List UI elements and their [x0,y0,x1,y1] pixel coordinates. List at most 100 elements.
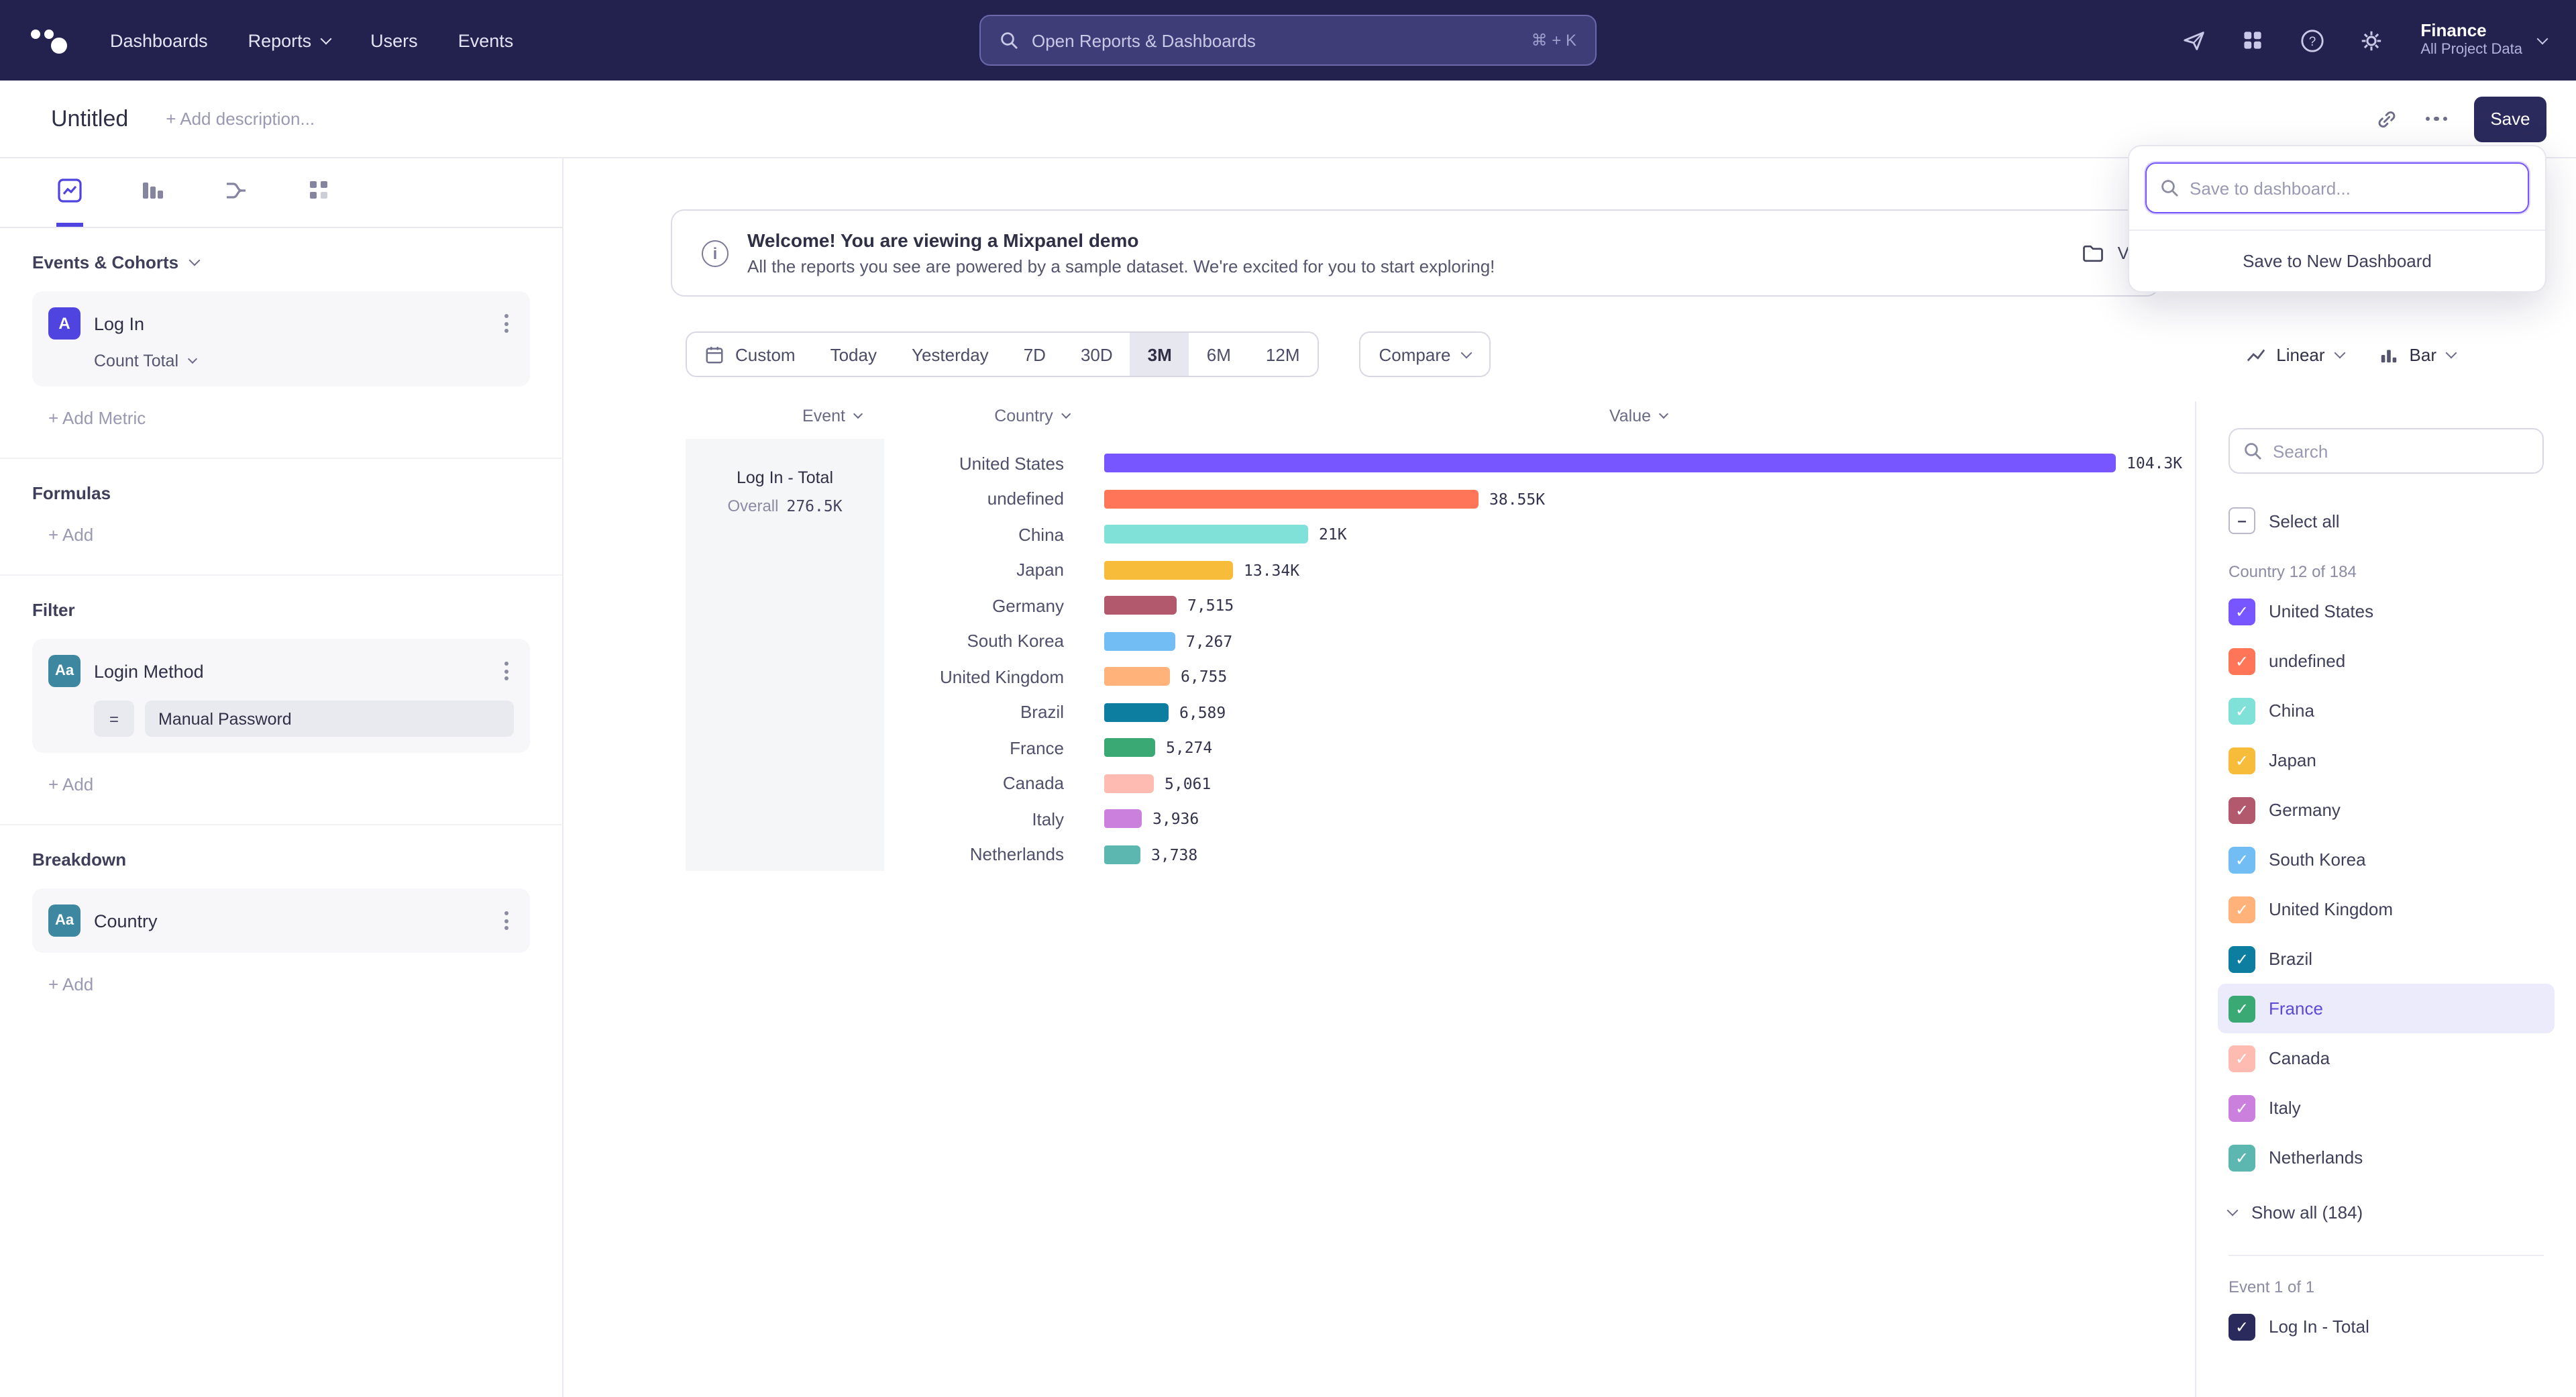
add-breakdown-button[interactable]: + Add [48,974,530,994]
column-header-value[interactable]: Value [1609,407,1667,425]
global-search-button[interactable]: Open Reports & Dashboards ⌘ + K [979,15,1597,66]
date-range-option[interactable]: 12M [1248,333,1318,376]
nav-item[interactable]: Reports [248,30,331,50]
bar[interactable] [1104,739,1155,758]
filter-card[interactable]: Aa Login Method = Manual Password [32,639,530,753]
line-chart-icon [2245,344,2265,364]
legend-checkbox[interactable]: ✓ [2229,1313,2255,1340]
date-range-option[interactable]: 30D [1063,333,1130,376]
legend-item[interactable]: ✓ Canada [2218,1033,2555,1083]
date-range-option[interactable]: Custom [687,333,813,376]
legend-item[interactable]: ✓ France [2218,984,2555,1033]
legend-item[interactable]: ✓ Brazil [2218,934,2555,984]
save-dashboard-search[interactable] [2145,162,2529,213]
settings-gear-icon[interactable] [2356,25,2385,55]
legend-checkbox[interactable]: ✓ [2229,1045,2255,1072]
copy-link-icon[interactable] [2374,107,2398,131]
aggregation-selector[interactable]: Count Total [94,352,514,370]
legend-checkbox[interactable]: ✓ [2229,896,2255,923]
legend-item[interactable]: ✓ United States [2218,586,2555,636]
add-formula-button[interactable]: + Add [48,525,530,545]
bar[interactable] [1104,561,1233,580]
compare-button[interactable]: Compare [1359,331,1491,377]
tab-funnels-icon[interactable] [140,158,166,227]
save-dashboard-input[interactable] [2190,178,2514,198]
project-selector[interactable]: Finance All Project Data [2420,20,2546,60]
legend-checkbox[interactable]: ✓ [2229,1144,2255,1171]
metric-event-name[interactable]: Log In [94,313,144,333]
legend-item[interactable]: ✓ Japan [2218,735,2555,785]
whats-new-icon[interactable] [2179,25,2208,55]
legend-item[interactable]: ✓ South Korea [2218,835,2555,884]
legend-checkbox[interactable]: ✓ [2229,945,2255,972]
legend-item[interactable]: ✓ United Kingdom [2218,884,2555,934]
legend-checkbox[interactable]: ✓ [2229,1094,2255,1121]
tab-retention-icon[interactable] [306,158,333,227]
nav-item[interactable]: Users [370,30,418,50]
legend-checkbox[interactable]: ✓ [2229,747,2255,774]
legend-item[interactable]: ✓ China [2218,686,2555,735]
tab-insights-icon[interactable] [56,158,83,227]
events-section-heading[interactable]: Events & Cohorts [32,252,530,272]
bar[interactable] [1104,490,1479,509]
date-range-option[interactable]: 7D [1006,333,1063,376]
more-options-icon[interactable] [2425,117,2447,121]
legend-checkbox[interactable]: ✓ [2229,796,2255,823]
add-description-button[interactable]: + Add description... [166,109,315,129]
filter-operator[interactable]: = [94,701,134,737]
kebab-menu-icon[interactable] [499,906,514,935]
legend-checkbox[interactable]: ✓ [2229,648,2255,674]
filter-value[interactable]: Manual Password [145,701,514,737]
bar[interactable] [1104,810,1142,829]
bar[interactable] [1104,774,1154,793]
nav-item[interactable]: Dashboards [110,30,208,50]
help-icon[interactable]: ? [2297,25,2326,55]
date-range-option[interactable]: 3M [1130,333,1189,376]
legend-checkbox[interactable]: ✓ [2229,697,2255,724]
banner-action[interactable]: V [2082,241,2129,265]
kebab-menu-icon[interactable] [499,309,514,338]
save-to-new-dashboard-button[interactable]: Save to New Dashboard [2129,229,2545,291]
apps-grid-icon[interactable] [2238,25,2267,55]
bar[interactable] [1104,703,1169,722]
chart-type-selector[interactable]: Bar [2379,344,2455,364]
date-range-option[interactable]: Yesterday [894,333,1006,376]
bar[interactable] [1104,454,2116,473]
tab-flows-icon[interactable] [223,158,250,227]
select-all-checkbox[interactable]: – [2229,507,2255,534]
show-all-button[interactable]: Show all (184) [2229,1185,2544,1239]
legend-item[interactable]: ✓ Log In - Total [2218,1302,2555,1351]
date-range-option[interactable]: 6M [1189,333,1248,376]
scale-selector[interactable]: Linear [2245,344,2343,364]
legend-checkbox[interactable]: ✓ [2229,995,2255,1022]
legend-checkbox[interactable]: ✓ [2229,846,2255,873]
report-title[interactable]: Untitled [51,105,128,132]
date-range-option[interactable]: Today [813,333,894,376]
mixpanel-logo[interactable] [30,21,72,59]
legend-item[interactable]: ✓ Netherlands [2218,1133,2555,1182]
filter-property-name[interactable]: Login Method [94,661,204,681]
kebab-menu-icon[interactable] [499,656,514,686]
column-header-country[interactable]: Country [994,407,1069,425]
bar[interactable] [1104,845,1140,864]
legend-item[interactable]: ✓ Italy [2218,1083,2555,1133]
legend-search-input[interactable] [2273,441,2529,461]
legend-item[interactable]: ✓ Germany [2218,785,2555,835]
column-header-event[interactable]: Event [802,407,861,425]
add-filter-button[interactable]: + Add [48,774,530,794]
legend-item[interactable]: ✓ undefined [2218,636,2555,686]
select-all-row[interactable]: – Select all [2229,501,2544,541]
legend-checkbox[interactable]: ✓ [2229,598,2255,625]
metric-card[interactable]: A Log In Count Total [32,291,530,386]
bar[interactable] [1104,525,1308,544]
bar[interactable] [1104,632,1175,651]
legend-search[interactable] [2229,428,2544,474]
bar[interactable] [1104,668,1170,686]
event-total-cell[interactable]: Log In - Total Overall276.5K [686,439,884,871]
nav-item[interactable]: Events [458,30,514,50]
add-metric-button[interactable]: + Add Metric [48,408,530,428]
bar[interactable] [1104,597,1177,615]
breakdown-card[interactable]: Aa Country [32,888,530,953]
breakdown-property-name[interactable]: Country [94,911,158,931]
save-button[interactable]: Save [2474,96,2546,142]
